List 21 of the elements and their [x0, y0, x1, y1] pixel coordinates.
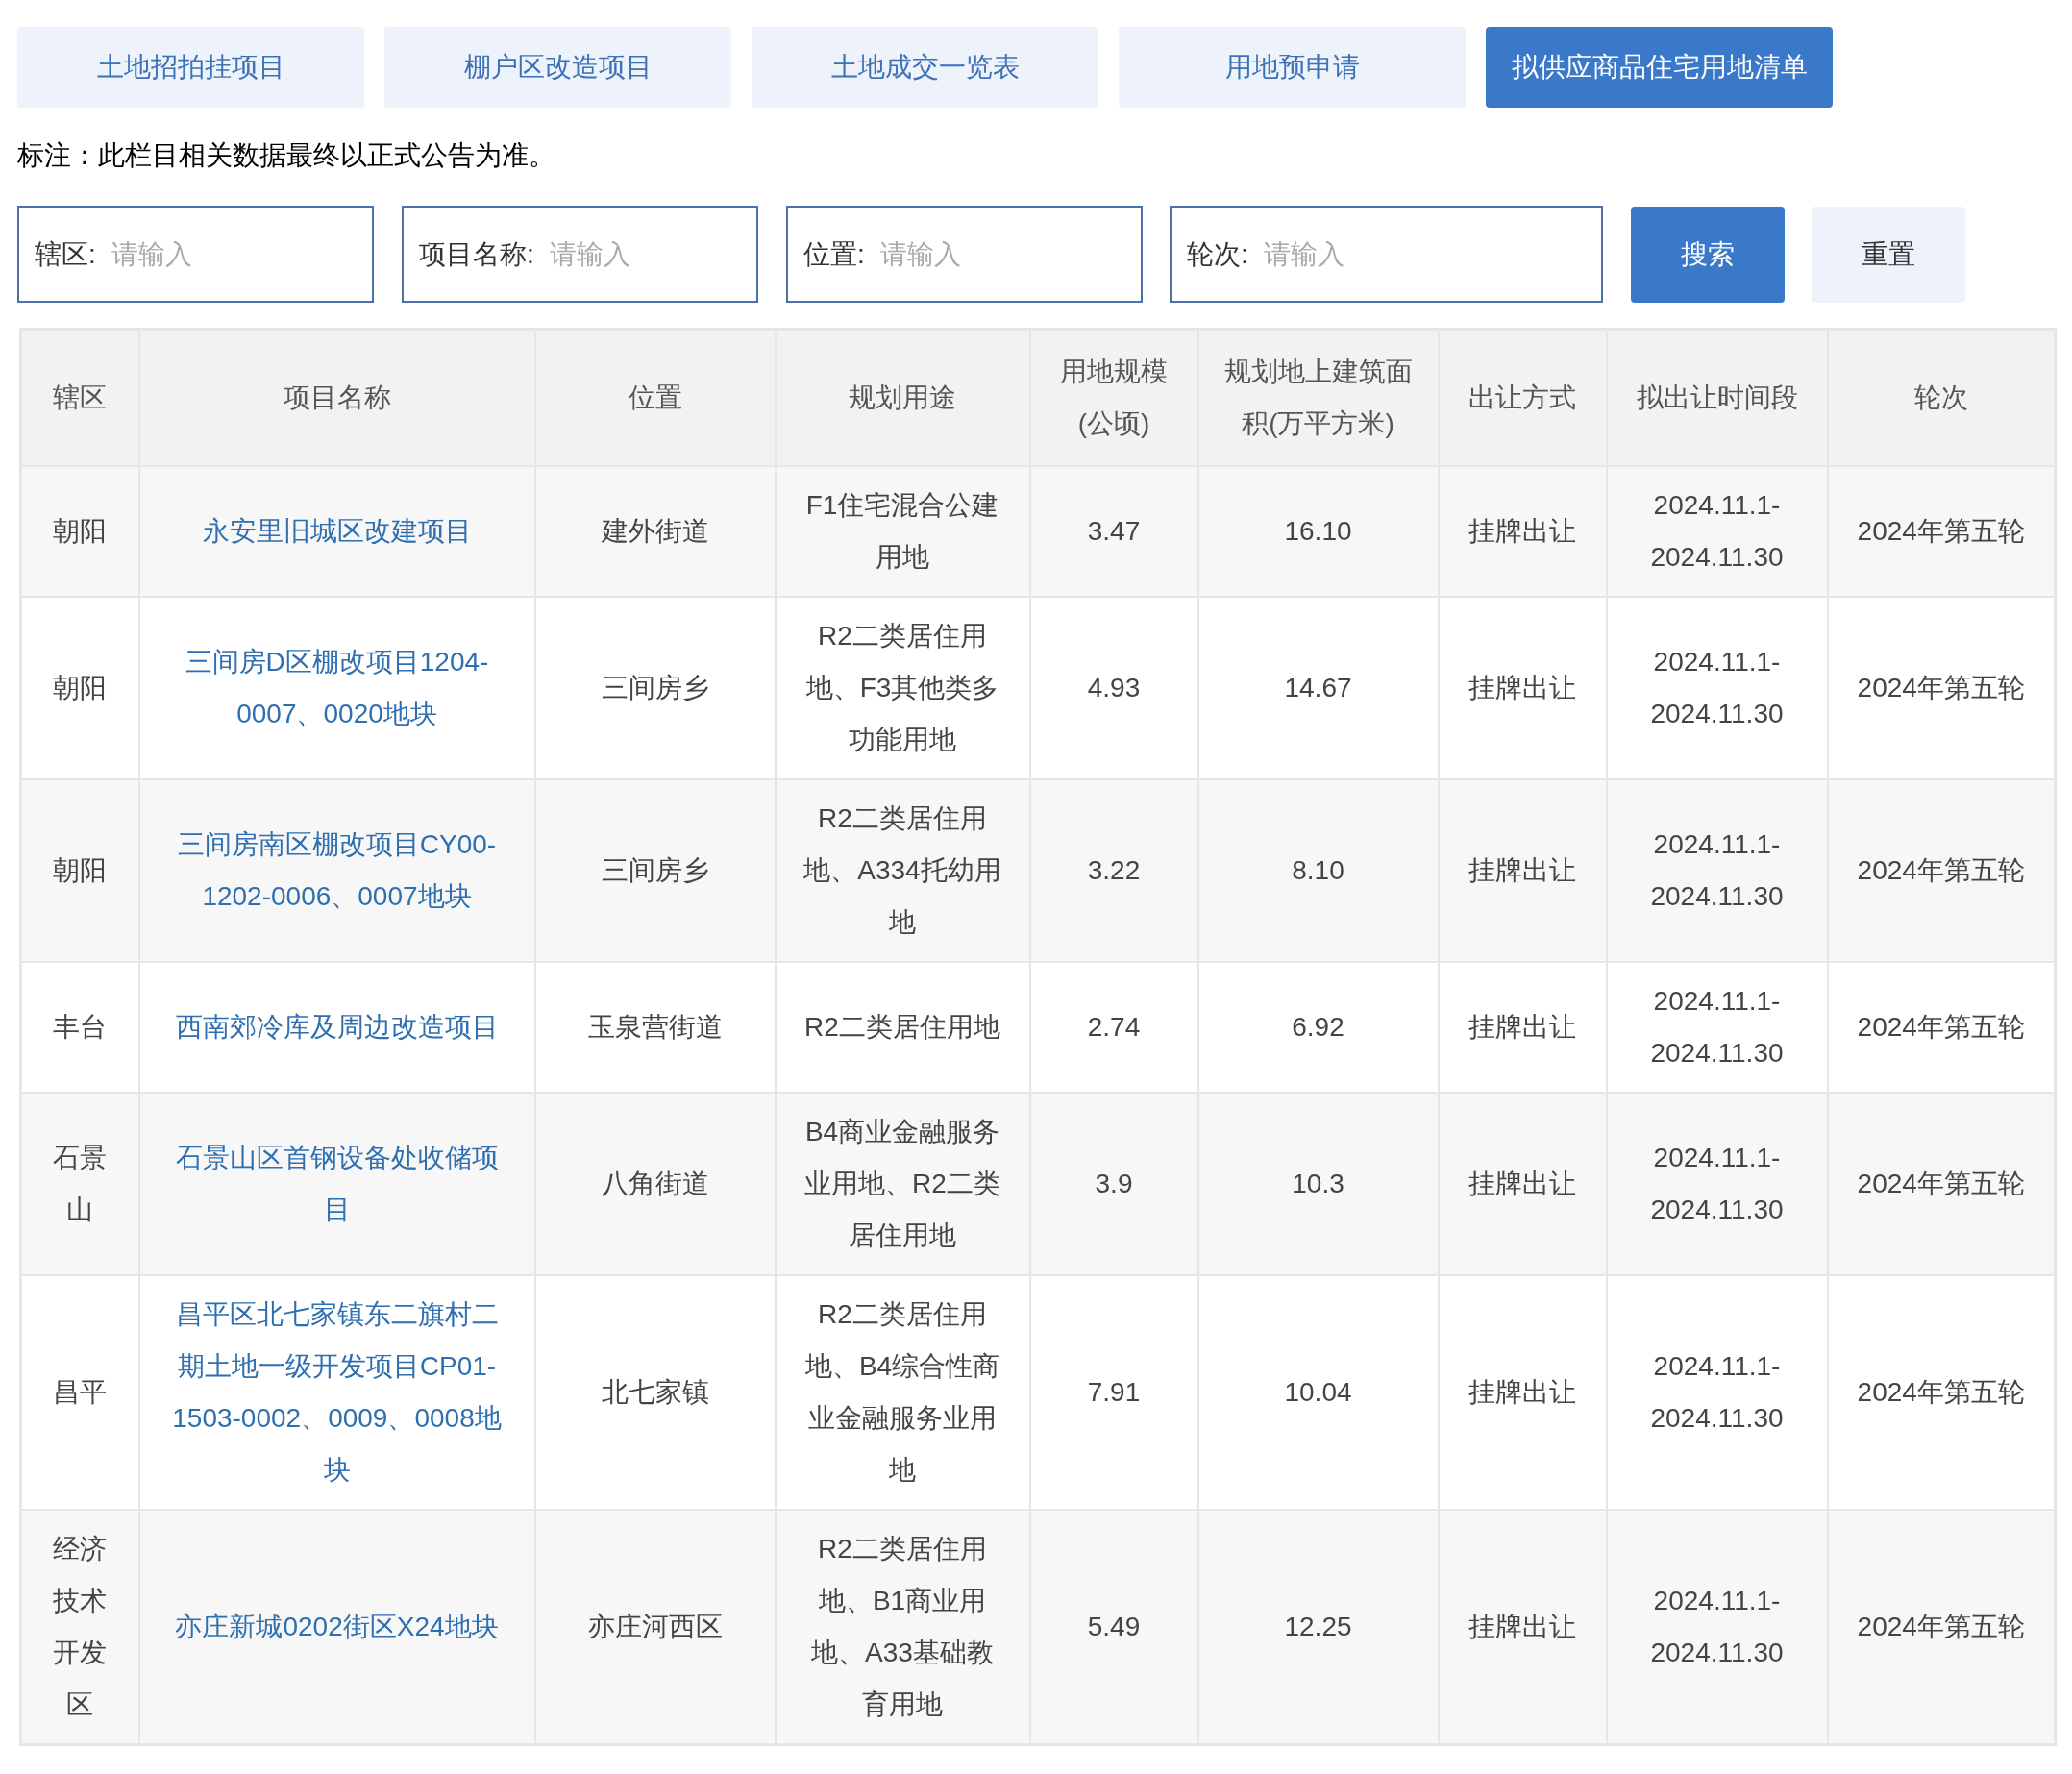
tab[interactable]: 拟供应商品住宅用地清单	[1486, 27, 1833, 108]
field-label: 项目名称:	[419, 237, 534, 271]
tab[interactable]: 土地成交一览表	[752, 27, 1098, 108]
filter-field[interactable]: 项目名称: 请输入	[402, 206, 758, 303]
tab[interactable]: 用地预申请	[1119, 27, 1466, 108]
field-label: 辖区:	[35, 237, 96, 271]
search-button[interactable]: 搜索	[1631, 206, 1785, 303]
project-link[interactable]: 亦庄新城0202街区X24地块	[166, 1601, 507, 1653]
filter-field[interactable]: 位置: 请输入	[786, 206, 1143, 303]
note-text: 标注：此栏目相关数据最终以正式公告为准。	[17, 139, 556, 172]
filter-field[interactable]: 辖区: 请输入	[17, 206, 374, 303]
filter-field[interactable]: 轮次: 请输入	[1170, 206, 1603, 303]
reset-button[interactable]: 重置	[1812, 206, 1965, 303]
tab[interactable]: 土地招拍挂项目	[17, 27, 364, 108]
tab[interactable]: 棚户区改造项目	[384, 27, 731, 108]
text-input[interactable]: 请输入	[1263, 234, 1586, 275]
text-input[interactable]: 请输入	[549, 234, 741, 275]
field-label: 轮次:	[1187, 237, 1248, 271]
text-input[interactable]: 请输入	[111, 234, 357, 275]
text-input[interactable]: 请输入	[879, 234, 1125, 275]
field-label: 位置:	[803, 237, 865, 271]
